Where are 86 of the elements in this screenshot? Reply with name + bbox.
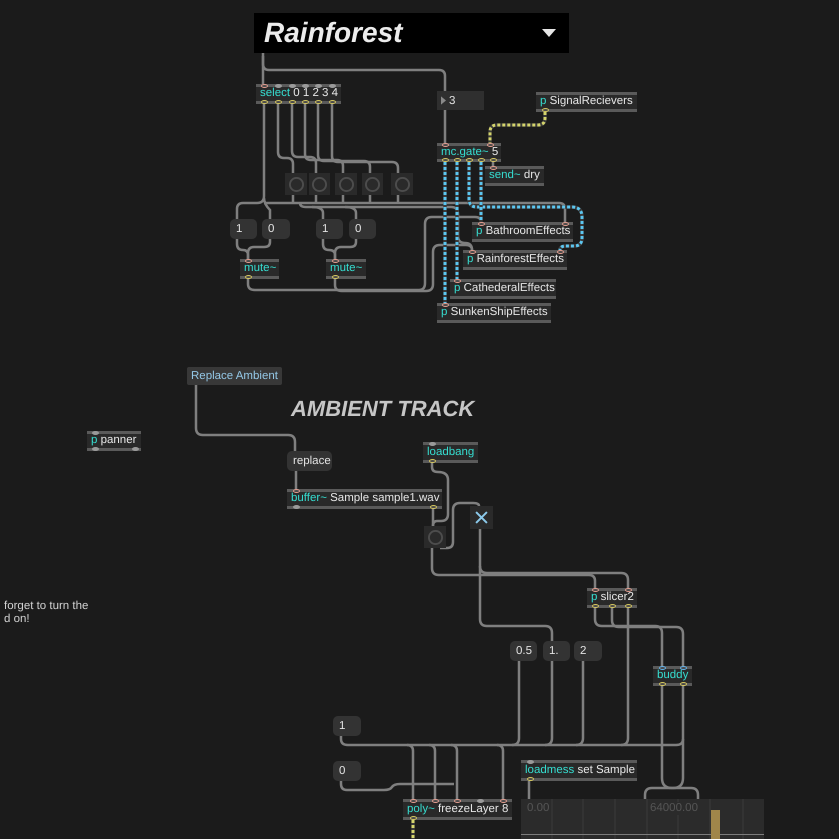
triangle-icon [441, 96, 446, 105]
object-box[interactable]: loadmess set Sample [521, 760, 637, 781]
circle-icon [428, 530, 442, 544]
toggle[interactable] [470, 506, 493, 529]
outlet-icon[interactable] [430, 505, 436, 509]
outlet-icon[interactable] [542, 108, 548, 112]
object-box[interactable]: p RainforestEffects [463, 250, 567, 270]
comment-text: forget to turn the d on! [4, 600, 88, 626]
outlet-icon[interactable] [680, 682, 686, 686]
object-box[interactable]: p CathederalEffects [450, 279, 556, 299]
outlet-icon[interactable] [244, 275, 252, 279]
inlet-icon[interactable] [244, 259, 252, 263]
inlet-icon[interactable] [92, 431, 98, 435]
message-box[interactable]: 1. [543, 641, 570, 661]
inlet-icon[interactable] [680, 666, 686, 670]
outlet-icon[interactable] [624, 604, 632, 608]
object-box[interactable]: poly~ freezeLayer 8 [403, 799, 512, 820]
inlet-icon[interactable] [432, 799, 438, 803]
outlet-icon[interactable] [526, 777, 534, 781]
outlet-icon[interactable] [608, 604, 616, 608]
inlet-icon[interactable] [486, 143, 494, 147]
patch-cord [294, 471, 298, 489]
inlet-icon[interactable] [478, 222, 484, 226]
inlet-icon[interactable] [526, 760, 534, 764]
inlet-icon[interactable] [624, 588, 632, 592]
outlet-icon[interactable] [592, 604, 598, 608]
circle-icon [338, 176, 354, 192]
circle-icon [312, 176, 327, 192]
message-box[interactable]: 0 [349, 219, 376, 239]
outlet-icon[interactable] [428, 459, 436, 463]
circle-icon [365, 176, 380, 192]
inlet-icon[interactable] [658, 666, 666, 670]
message-box[interactable]: 0.5 [510, 641, 537, 661]
inlet-icon[interactable] [468, 250, 476, 254]
number-box[interactable]: 3 [437, 91, 484, 110]
object-box[interactable]: mute~ [326, 259, 366, 279]
inlet-icon[interactable] [410, 799, 416, 803]
inlet-icon[interactable] [562, 222, 568, 226]
patch-cord [411, 820, 415, 839]
outlet-icon[interactable] [132, 447, 138, 451]
inlet-icon[interactable] [592, 588, 598, 592]
circle-icon [288, 176, 304, 192]
inlet-icon[interactable] [556, 250, 564, 254]
inlet-icon[interactable] [500, 799, 506, 803]
text-button[interactable]: Replace Ambient [187, 367, 282, 385]
message-box[interactable]: 0 [262, 219, 290, 239]
selection-marker [711, 810, 720, 839]
inlet-icon[interactable] [442, 143, 448, 147]
inlet-icon[interactable] [292, 489, 300, 493]
message-box[interactable]: 0 [333, 761, 361, 781]
outlet-icon[interactable] [410, 816, 416, 820]
object-box[interactable]: p slicer2 [587, 588, 637, 608]
object-box[interactable]: buffer~ Sample sample1.wav [287, 489, 442, 509]
object-box[interactable]: mc.gate~ 5 [437, 143, 501, 162]
inlet-icon[interactable] [442, 303, 448, 307]
patch-cord [528, 781, 530, 799]
object-box[interactable]: mute~ [240, 259, 279, 279]
inlet-icon[interactable] [490, 166, 496, 170]
object-box[interactable]: p panner [87, 431, 141, 451]
circle-icon [394, 176, 410, 192]
object-box[interactable]: p BathroomEffects [472, 222, 573, 242]
inlet-icon[interactable] [454, 799, 460, 803]
message-box[interactable]: 2 [574, 641, 602, 661]
inlet-icon[interactable] [476, 799, 484, 803]
object-box[interactable]: send~ dry [485, 166, 544, 186]
inlet-icon[interactable] [428, 442, 436, 446]
object-box[interactable]: p SunkenShipEffects [437, 303, 551, 323]
inlet-icon[interactable] [332, 259, 338, 263]
outlet-icon[interactable] [658, 682, 666, 686]
message-box[interactable]: 1 [316, 219, 343, 239]
patch-cord [488, 112, 547, 143]
outlet-icon[interactable] [92, 447, 98, 451]
object-box[interactable]: buddy [653, 666, 692, 686]
section-heading: AMBIENT TRACK [291, 398, 474, 420]
message-box[interactable]: 1 [230, 219, 257, 239]
x-icon [475, 511, 488, 524]
object-box[interactable]: p SignalRecievers [536, 92, 637, 112]
inlet-icon[interactable] [454, 279, 460, 283]
object-box[interactable]: select 0 1 2 3 4 [256, 84, 341, 104]
outlet-icon[interactable] [332, 275, 338, 279]
message-box[interactable]: replace [287, 451, 332, 471]
object-box[interactable]: loadbang [423, 442, 478, 463]
caret-icon [542, 29, 556, 37]
outlet-icon[interactable] [292, 505, 300, 509]
dropdown[interactable]: Rainforest [254, 13, 569, 53]
message-box[interactable]: 1 [333, 716, 361, 736]
